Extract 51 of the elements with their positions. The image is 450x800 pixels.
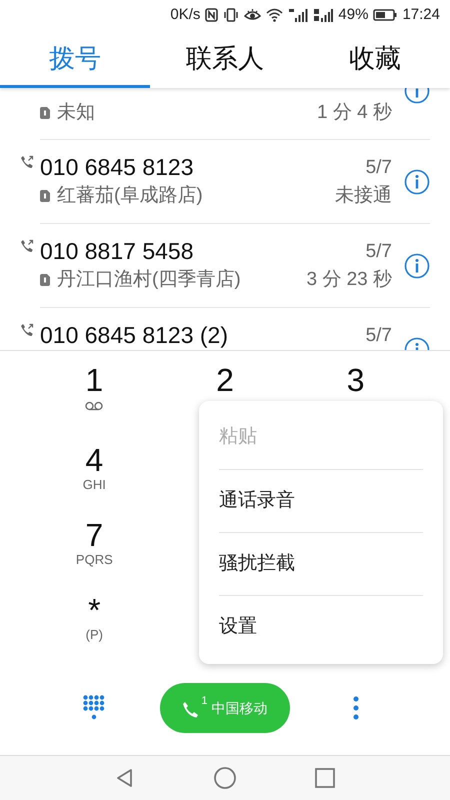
call-duration: 1 分 4 秒 bbox=[317, 101, 392, 125]
info-icon[interactable] bbox=[404, 252, 430, 278]
outgoing-call-icon bbox=[20, 155, 34, 169]
dialpad-icon[interactable] bbox=[83, 695, 106, 721]
battery-percent: 49% bbox=[338, 4, 368, 25]
nfc-icon bbox=[205, 8, 218, 22]
phone-number: 010 6845 8123 (2) bbox=[40, 321, 229, 350]
key-digit[interactable]: 1 bbox=[85, 363, 104, 397]
more-icon[interactable] bbox=[352, 696, 359, 720]
outgoing-call-icon bbox=[20, 239, 34, 253]
menu-item[interactable]: 通话录音 bbox=[219, 469, 423, 532]
info-icon[interactable] bbox=[404, 168, 430, 194]
sim-icon bbox=[40, 274, 50, 286]
call-status: 未接通 bbox=[335, 184, 392, 208]
phone-number: 010 8817 5458 bbox=[40, 237, 194, 266]
contact-name: 丹江口渔村(四季青店) bbox=[57, 268, 241, 292]
signal-icon bbox=[288, 8, 308, 22]
outgoing-call-icon bbox=[20, 323, 34, 337]
sim-icon bbox=[40, 107, 50, 119]
key-digit[interactable]: 4 bbox=[85, 443, 104, 477]
phone-number: 010 6845 8123 bbox=[40, 153, 194, 182]
tab[interactable]: 拨号 bbox=[0, 30, 150, 88]
call-date: 5/7 bbox=[366, 240, 392, 264]
vibrate-icon bbox=[223, 8, 240, 22]
signal-icon bbox=[313, 8, 334, 22]
voicemail-icon bbox=[85, 401, 104, 411]
battery-icon bbox=[373, 9, 398, 21]
clock: 17:24 bbox=[402, 4, 440, 25]
home-icon[interactable] bbox=[213, 766, 237, 790]
key-letters: GHI bbox=[82, 477, 106, 493]
key-digit[interactable]: 2 bbox=[216, 363, 234, 397]
menu-item[interactable]: 设置 bbox=[219, 595, 423, 658]
contact-name: 红蕃茄(阜成路店) bbox=[57, 184, 203, 208]
key-letters: PQRS bbox=[76, 552, 113, 568]
key-digit[interactable]: 7 bbox=[85, 518, 104, 552]
tab[interactable]: 收藏 bbox=[300, 30, 450, 88]
menu-item[interactable]: 骚扰拦截 bbox=[219, 532, 423, 595]
menu-item: 粘贴 bbox=[219, 425, 258, 450]
sim-icon bbox=[40, 190, 50, 202]
key-digit[interactable]: * bbox=[88, 593, 101, 627]
tab[interactable]: 联系人 bbox=[150, 30, 300, 88]
call-date: 5/7 bbox=[366, 156, 392, 180]
recent-apps-icon[interactable] bbox=[313, 766, 337, 790]
call-status: 3 分 23 秒 bbox=[306, 268, 392, 292]
contact-name: 未知 bbox=[57, 101, 95, 125]
key-letters: (P) bbox=[86, 627, 103, 643]
call-date: 5/7 bbox=[366, 324, 392, 348]
eye-icon bbox=[244, 8, 262, 22]
wifi-icon bbox=[266, 8, 284, 22]
key-digit[interactable]: 3 bbox=[346, 363, 365, 397]
network-speed: 0K/s bbox=[170, 4, 200, 25]
